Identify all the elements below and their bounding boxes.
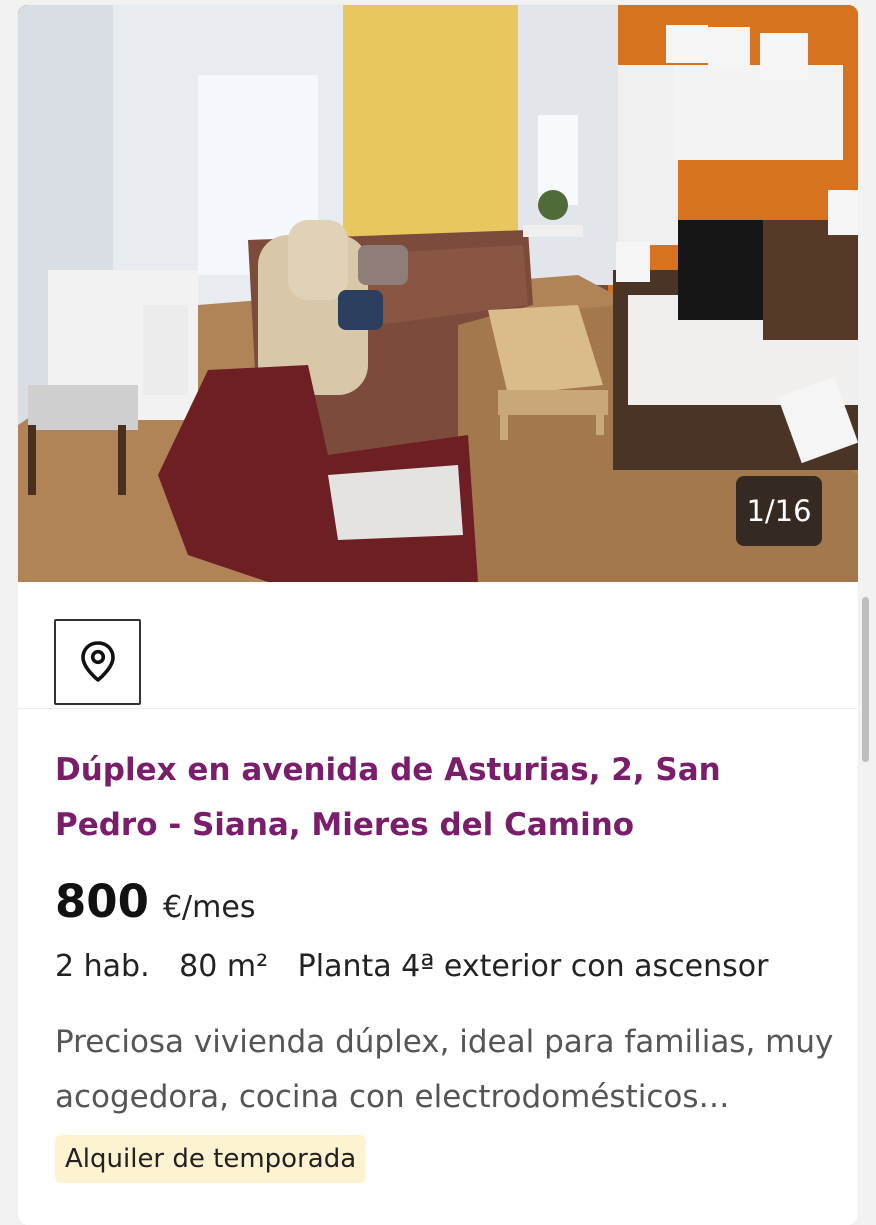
listing-description[interactable]: Preciosa vivienda dúplex, ideal para fam… — [55, 1015, 845, 1125]
listing-title[interactable]: Dúplex en avenida de Asturias, 2, San Pe… — [55, 743, 815, 853]
living-room-photo — [18, 5, 858, 582]
price-unit: €/mes — [162, 890, 256, 925]
feature-rooms: 2 hab. — [55, 949, 150, 984]
rental-type-tag: Alquiler de temporada — [55, 1135, 367, 1183]
price-row: 800 €/mes — [55, 875, 255, 928]
feature-area: 80 m² — [179, 949, 269, 984]
listing-card[interactable]: 1/16 Dúplex en avenida de Asturias, 2, S… — [18, 5, 858, 1225]
feature-floor: Planta 4ª exterior con ascensor — [297, 949, 769, 984]
listing-photo[interactable]: 1/16 — [18, 5, 858, 582]
map-strip — [18, 582, 858, 709]
photo-counter: 1/16 — [736, 476, 822, 546]
location-pin-icon — [80, 641, 115, 682]
listing-features: 2 hab. 80 m² Planta 4ª exterior con asce… — [55, 949, 788, 984]
price-value: 800 — [55, 875, 149, 928]
map-button[interactable] — [54, 619, 141, 705]
scrollbar[interactable] — [862, 597, 869, 762]
